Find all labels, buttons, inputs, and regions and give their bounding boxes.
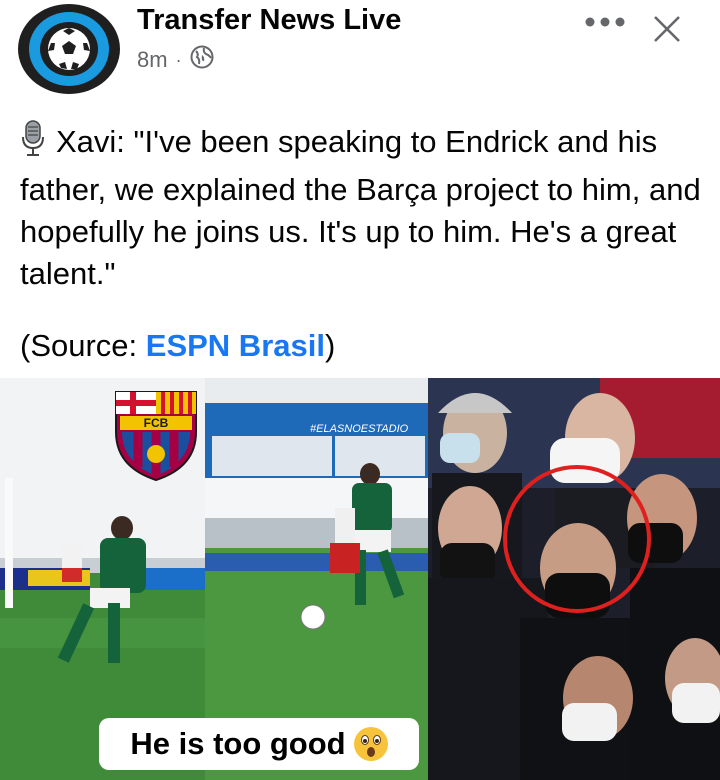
microphone-icon (20, 120, 46, 169)
image-caption: He is too good (99, 718, 419, 770)
caption-text: He is too good (130, 726, 346, 761)
page-avatar[interactable] (18, 4, 120, 94)
astonished-face-emoji-icon (353, 727, 388, 761)
source-link[interactable]: ESPN Brasil (146, 328, 325, 363)
post-source: (Source: ESPN Brasil) (20, 325, 335, 367)
globe-icon (190, 45, 214, 75)
more-options-icon[interactable] (584, 12, 628, 38)
post-text-content: Xavi: "I've been speaking to Endrick and… (20, 124, 701, 291)
post-header: Transfer News Live 8m · (0, 0, 720, 100)
post-meta: 8m · (137, 45, 214, 75)
svg-text:FCB: FCB (144, 416, 169, 430)
meta-separator: · (175, 49, 182, 70)
source-prefix: (Source: (20, 328, 146, 363)
post-image[interactable]: FCB #ELASNOESTADIO He is too good (0, 378, 720, 780)
soccer-ball-icon (40, 22, 98, 76)
avatar-ring (29, 12, 109, 86)
close-icon[interactable] (650, 12, 684, 51)
post-time[interactable]: 8m (137, 47, 168, 73)
svg-text:#ELASNOESTADIO: #ELASNOESTADIO (310, 423, 409, 435)
post-body: Xavi: "I've been speaking to Endrick and… (20, 120, 705, 295)
page-name[interactable]: Transfer News Live (137, 4, 401, 37)
source-suffix: ) (324, 328, 336, 363)
